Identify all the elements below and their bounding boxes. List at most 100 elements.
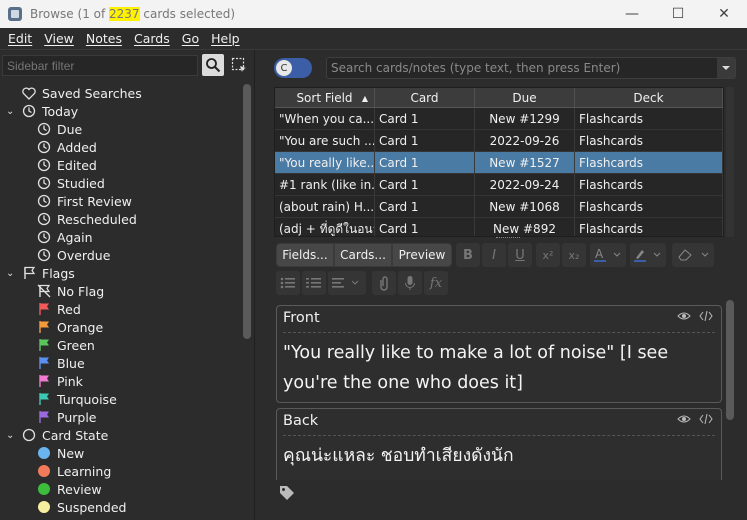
code-icon[interactable] [699, 413, 713, 427]
table-row[interactable]: (adj + ที่ดูดีในอนาคต...Card 1New #892Fl… [275, 218, 723, 236]
sidebar-item-new[interactable]: New [0, 444, 240, 462]
table-row[interactable]: (about rain) H... Card 1 New #1068 Flashcar… [275, 196, 723, 218]
sidebar-item-no-flag[interactable]: No Flag [0, 282, 240, 300]
cell-deck: Flashcards [575, 108, 723, 130]
sidebar-item-purple[interactable]: Purple [0, 408, 240, 426]
sidebar-item-overdue[interactable]: Overdue [0, 246, 240, 264]
align-icon[interactable] [328, 271, 366, 295]
menu-edit[interactable]: Edit [0, 31, 38, 46]
sidebar-item-edited[interactable]: Edited [0, 156, 240, 174]
chevron-down-icon[interactable]: ⌄ [6, 106, 16, 117]
chevron-down-icon[interactable] [717, 58, 735, 78]
highlight-color-icon[interactable] [630, 243, 666, 267]
sidebar-item-orange[interactable]: Orange [0, 318, 240, 336]
preview-button[interactable]: Preview [392, 243, 452, 267]
sidebar-item-label: Blue [57, 355, 85, 371]
sidebar-item-pink[interactable]: Pink [0, 372, 240, 390]
fields-button[interactable]: Fields... [276, 243, 334, 267]
sidebar-item-flags[interactable]: ⌄ Flags [0, 264, 240, 282]
eye-icon[interactable] [677, 311, 691, 324]
column-card[interactable]: Card [375, 88, 475, 108]
underline-icon[interactable]: U [508, 243, 532, 267]
bulleted-list-icon[interactable] [276, 271, 300, 295]
cell-card: Card 1 [375, 130, 475, 152]
table-row[interactable]: "You really like... Card 1 New #1527 Flashc… [275, 152, 723, 174]
minimize-button[interactable]: — [609, 0, 655, 28]
eraser-icon[interactable] [672, 243, 714, 267]
cards-notes-toggle[interactable]: C [274, 58, 312, 78]
sidebar-item-blue[interactable]: Blue [0, 354, 240, 372]
selected-count-highlight: 2237 [109, 7, 140, 21]
sidebar-item-added[interactable]: Added [0, 138, 240, 156]
chevron-down-icon[interactable]: ⌄ [6, 268, 16, 279]
field-back[interactable]: Back คุณน่ะแหละ ชอบทำเสียงดังนัก [276, 408, 722, 480]
sidebar-item-first-review[interactable]: First Review [0, 192, 240, 210]
sidebar-item-green[interactable]: Green [0, 336, 240, 354]
cell-card: Card 1 [375, 196, 475, 218]
table-row[interactable]: #1 rank (like in... Card 1 2022-09-24 Flash… [275, 174, 723, 196]
search-icon[interactable] [202, 54, 224, 76]
splitter-handle[interactable] [496, 237, 520, 241]
function-icon[interactable]: fx [424, 271, 448, 295]
menu-go[interactable]: Go [176, 31, 205, 46]
editor-scrollbar[interactable] [726, 300, 734, 420]
sidebar-item-review[interactable]: Review [0, 480, 240, 498]
sidebar-item-red[interactable]: Red [0, 300, 240, 318]
cell-deck: Flashcards [575, 130, 723, 152]
microphone-icon[interactable] [398, 271, 422, 295]
table-row[interactable]: "When you ca... Card 1 New #1299 Flashcards [275, 108, 723, 130]
dot-icon [36, 445, 52, 461]
attach-icon[interactable] [372, 271, 396, 295]
clock-icon [36, 175, 52, 191]
sidebar-item-due[interactable]: Due [0, 120, 240, 138]
sidebar-item-saved-searches[interactable]: Saved Searches [0, 84, 240, 102]
tag-icon[interactable] [278, 484, 296, 502]
menu-notes[interactable]: Notes [80, 31, 128, 46]
menu-view[interactable]: View [38, 31, 80, 46]
sidebar-item-studied[interactable]: Studied [0, 174, 240, 192]
maximize-button[interactable]: ☐ [655, 0, 701, 28]
eye-icon[interactable] [677, 414, 691, 427]
sidebar-item-label: Purple [57, 409, 97, 425]
chevron-down-icon[interactable]: ⌄ [6, 430, 16, 441]
cell-sort: "You are such ... [275, 130, 375, 152]
field-content[interactable]: "You really like to make a lot of noise"… [283, 338, 715, 398]
sidebar-item-rescheduled[interactable]: Rescheduled [0, 210, 240, 228]
sidebar-item-again[interactable]: Again [0, 228, 240, 246]
close-button[interactable]: ✕ [701, 0, 747, 28]
italic-icon[interactable]: I [482, 243, 506, 267]
menu-cards[interactable]: Cards [128, 31, 176, 46]
flag-icon [36, 409, 52, 425]
field-front[interactable]: Front "You really like to make a lot of … [276, 305, 722, 403]
search-placeholder: Search cards/notes (type text, then pres… [331, 61, 621, 75]
dot-icon [36, 481, 52, 497]
selection-tool-icon[interactable] [230, 55, 248, 75]
table-scrollbar[interactable] [726, 87, 734, 237]
column-deck[interactable]: Deck [575, 88, 723, 108]
column-sort-field[interactable]: Sort Field ▲ [275, 88, 375, 108]
column-due[interactable]: Due [475, 88, 575, 108]
sidebar-item-today[interactable]: ⌄ Today [0, 102, 240, 120]
text-color-icon[interactable]: A [590, 243, 626, 267]
search-input[interactable]: Search cards/notes (type text, then pres… [326, 57, 736, 79]
table-row[interactable]: "You are such ... Card 1 2022-09-26 Flashca… [275, 130, 723, 152]
code-icon[interactable] [699, 310, 713, 324]
superscript-icon[interactable]: x² [536, 243, 560, 267]
bold-icon[interactable]: B [456, 243, 480, 267]
cell-card: Card 1 [375, 108, 475, 130]
cell-due: New #1527 [475, 152, 575, 174]
sidebar-item-learning[interactable]: Learning [0, 462, 240, 480]
numbered-list-icon[interactable] [302, 271, 326, 295]
flag-icon [21, 265, 37, 281]
sidebar-item-card-state[interactable]: ⌄ Card State [0, 426, 240, 444]
sidebar-item-suspended[interactable]: Suspended [0, 498, 240, 516]
sidebar-scrollbar[interactable] [243, 84, 251, 339]
field-content[interactable]: คุณน่ะแหละ ชอบทำเสียงดังนัก [283, 441, 715, 471]
subscript-icon[interactable]: x₂ [562, 243, 586, 267]
cards-button[interactable]: Cards... [334, 243, 392, 267]
sidebar-item-turquoise[interactable]: Turquoise [0, 390, 240, 408]
sidebar-item-label: Learning [57, 463, 112, 479]
clock-icon [36, 211, 52, 227]
menu-help[interactable]: Help [205, 31, 246, 46]
sidebar-filter-input[interactable] [2, 55, 198, 76]
